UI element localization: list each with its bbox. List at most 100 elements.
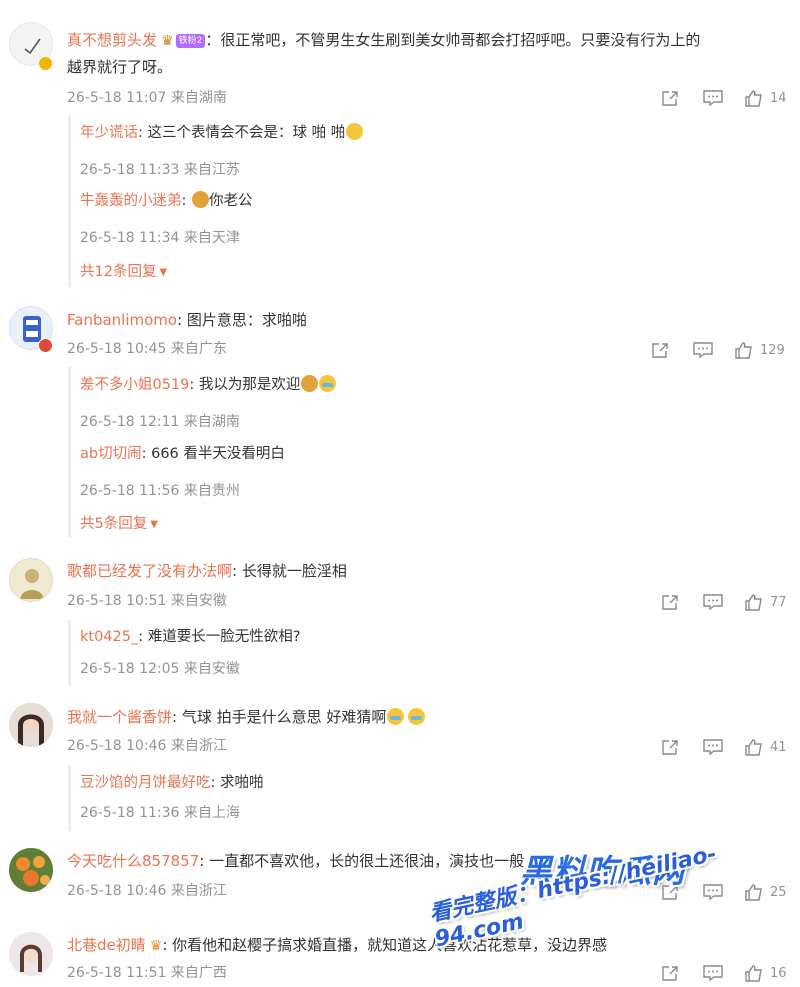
like-button[interactable]: 16 — [744, 962, 787, 984]
username[interactable]: Fanbanlimomo — [67, 311, 177, 329]
avatar-photo-icon — [9, 703, 53, 747]
comment-button[interactable] — [702, 962, 724, 984]
username[interactable]: 今天吃什么857857 — [67, 852, 199, 870]
fan-badge: 铁粉2 — [175, 34, 206, 48]
share-icon — [662, 966, 678, 981]
username[interactable]: 真不想剪头发 — [67, 31, 157, 49]
avatar[interactable] — [9, 703, 53, 747]
reply-username[interactable]: ab切切闹 — [80, 446, 142, 462]
username[interactable]: 歌都已经发了没有办法啊 — [67, 562, 232, 580]
crown-icon: ♛ — [149, 938, 163, 954]
like-button[interactable]: 129 — [734, 339, 785, 361]
comment-line: 我就一个酱香饼: 气球 拍手是什么意思 好难猜啊 — [67, 706, 426, 728]
comment-text: 长得就一脸淫相 — [241, 562, 347, 580]
reply-list: kt0425_: 难道要长一脸无性欲相? 26-5-18 12:05 来自安徽 — [68, 620, 300, 686]
thumbs-up-icon — [745, 90, 762, 107]
like-count: 129 — [760, 342, 785, 358]
like-button[interactable]: 77 — [744, 591, 787, 613]
like-button[interactable]: 41 — [744, 736, 787, 758]
thumbs-up-icon — [745, 965, 762, 982]
more-replies-link[interactable]: 共5条回复 ▼ — [80, 512, 158, 533]
username[interactable]: 北巷de初睛 — [67, 936, 146, 954]
comment-button[interactable] — [702, 591, 724, 613]
reply-text: 你老公 — [209, 193, 253, 209]
reply-text: 这三个表情会不会是：球 啪 啪 — [147, 125, 346, 141]
like-count: 14 — [770, 90, 787, 106]
comment-line: Fanbanlimomo: 图片意思：求啪啪 — [67, 311, 307, 329]
like-count: 16 — [770, 965, 787, 981]
comment-meta: 26-5-18 11:51 来自广西 — [67, 965, 227, 981]
share-icon — [662, 91, 678, 106]
share-button[interactable] — [660, 87, 680, 109]
emoji-icon — [408, 708, 426, 725]
comment-text-cont: 越界就行了呀。 — [67, 58, 173, 76]
comment-button[interactable] — [692, 339, 714, 361]
comment-actions: 16 — [660, 962, 800, 984]
avatar[interactable] — [9, 932, 53, 976]
like-count: 77 — [770, 594, 787, 610]
reply-list: 差不多小姐0519: 我以为那是欢迎 26-5-18 12:11 来自湖南 ab… — [68, 367, 337, 537]
avatar[interactable] — [9, 848, 53, 892]
share-icon — [662, 595, 678, 610]
reply-meta: 26-5-18 12:05 来自安徽 — [80, 661, 240, 677]
comment-line: 今天吃什么857857: 一直都不喜欢他，长的很土还很油，演技也一般 — [67, 852, 525, 870]
comment-icon — [703, 90, 723, 107]
thumbs-up-icon — [745, 594, 762, 611]
username[interactable]: 我就一个酱香饼 — [67, 708, 172, 726]
share-button[interactable] — [660, 881, 680, 903]
emoji-icon — [319, 375, 337, 392]
comment-actions: 77 — [660, 591, 800, 613]
comment-line: 北巷de初睛 ♛: 你看他和赵樱子搞求婚直播，就知道这人喜欢沾花惹草，没边界感 — [67, 936, 608, 954]
reply-username[interactable]: 牛轰轰的小迷弟 — [80, 193, 182, 209]
share-button[interactable] — [650, 339, 670, 361]
vip-badge-icon — [38, 338, 53, 353]
comment-text: 气球 拍手是什么意思 好难猜啊 — [181, 708, 387, 726]
reply-username[interactable]: 豆沙馅的月饼最好吃 — [80, 775, 211, 791]
avatar[interactable] — [9, 558, 53, 602]
reply-list: 豆沙馅的月饼最好吃: 求啪啪 26-5-18 11:36 来自上海 — [68, 765, 264, 831]
share-icon — [652, 343, 668, 358]
comment-actions: 41 — [660, 736, 800, 758]
avatar-fruit-icon — [9, 848, 53, 892]
comment-icon — [693, 342, 713, 359]
reply-username[interactable]: 年少谎话 — [80, 125, 138, 141]
more-replies-link[interactable]: 共12条回复 ▼ — [80, 260, 167, 281]
comment-actions: 129 — [650, 339, 800, 361]
share-button[interactable] — [660, 591, 680, 613]
emoji-icon — [192, 191, 209, 208]
share-button[interactable] — [660, 736, 680, 758]
comment-icon — [703, 884, 723, 901]
reply-list: 年少谎话: 这三个表情会不会是：球 啪 啪 26-5-18 11:33 来自江苏… — [68, 115, 364, 287]
comment-button[interactable] — [702, 736, 724, 758]
thumbs-up-icon — [745, 739, 762, 756]
caret-down-icon: ▼ — [150, 519, 158, 530]
reply-username[interactable]: kt0425_ — [80, 629, 138, 645]
thumbs-up-icon — [745, 884, 762, 901]
comment-button[interactable] — [702, 881, 724, 903]
reply-username[interactable]: 差不多小姐0519 — [80, 377, 189, 393]
avatar-photo-icon — [9, 932, 53, 976]
reply-meta: 26-5-18 11:36 来自上海 — [80, 805, 240, 821]
avatar-figure-icon — [20, 569, 44, 599]
thumbs-up-icon — [735, 342, 752, 359]
comment-icon — [703, 965, 723, 982]
comment-meta: 26-5-18 11:07 来自湖南 — [67, 90, 227, 106]
like-button[interactable]: 14 — [744, 87, 787, 109]
share-button[interactable] — [660, 962, 680, 984]
comment-button[interactable] — [702, 87, 724, 109]
caret-down-icon: ▼ — [159, 267, 168, 278]
comment-text: 一直都不喜欢他，长的很土还很油，演技也一般 — [209, 852, 525, 870]
comment-text: 图片意思：求啪啪 — [186, 311, 307, 329]
comment-actions: 14 — [660, 87, 800, 109]
comment-line: 真不想剪头发 ♛ 铁粉2 ：很正常吧，不管男生女生刷到美女帅哥都会打招呼吧。只要没有行… — [67, 31, 701, 49]
reply-text: 难道要长一脸无性欲相? — [147, 629, 301, 645]
like-count: 25 — [770, 884, 787, 900]
reply-meta: 26-5-18 12:11 来自湖南 — [80, 414, 240, 430]
like-count: 41 — [770, 739, 787, 755]
reply-meta: 26-5-18 11:33 来自江苏 — [80, 162, 240, 178]
comment-meta: 26-5-18 10:45 来自广东 — [67, 341, 227, 357]
like-button[interactable]: 25 — [744, 881, 787, 903]
comment-actions: 25 — [660, 881, 800, 903]
share-icon — [662, 740, 678, 755]
crown-icon: ♛ — [161, 33, 174, 49]
